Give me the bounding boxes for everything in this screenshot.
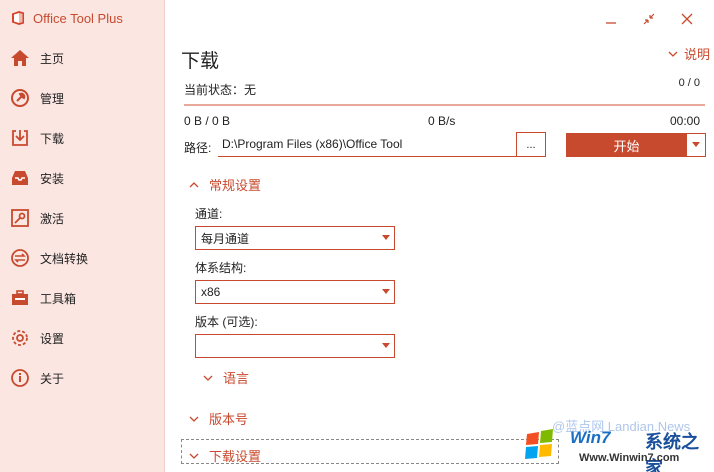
architecture-value: x86 [201, 285, 221, 299]
sidebar-item-label: 激活 [40, 211, 65, 226]
page-title: 下载 [181, 51, 220, 72]
download-settings-label: 下载设置 [209, 449, 262, 464]
sidebar-item-about[interactable]: 关于 [0, 358, 164, 398]
start-button[interactable]: 开始 [566, 133, 687, 157]
download-settings-header[interactable]: 下载设置 [189, 446, 261, 465]
sidebar-item-install[interactable]: 安装 [0, 158, 164, 198]
collapse-icon [643, 13, 655, 25]
sidebar-item-download[interactable]: 下载 [0, 118, 164, 158]
sidebar: Office Tool Plus 主页 管理 下载 安装 激活 文档转换 工具箱… [0, 0, 165, 472]
restore-button[interactable] [630, 9, 668, 29]
sidebar-item-label: 工具箱 [40, 291, 77, 306]
edition-label: 版本 (可选): [195, 315, 258, 329]
chevron-down-icon [203, 375, 213, 381]
main-content: 下载 说明 当前状态：无 0 / 0 0 B / 0 B 0 B/s 00:00… [165, 0, 714, 472]
caret-down-icon [382, 235, 390, 240]
path-label: 路径: [184, 141, 212, 155]
status-value: 无 [244, 83, 257, 97]
wrench-icon [9, 87, 31, 109]
progress-bar [184, 104, 705, 106]
caret-down-icon [692, 142, 700, 147]
key-icon [9, 207, 31, 229]
sidebar-item-label: 安装 [40, 171, 65, 186]
status-row: 当前状态：无 [184, 81, 256, 98]
time-text: 00:00 [669, 114, 700, 128]
status-label: 当前状态： [184, 83, 245, 97]
sidebar-item-label: 文档转换 [40, 251, 89, 266]
convert-icon [9, 247, 31, 269]
info-icon [9, 367, 31, 389]
language-header[interactable]: 语言 [203, 368, 249, 387]
general-settings-label: 常规设置 [209, 178, 262, 193]
sidebar-item-home[interactable]: 主页 [0, 38, 164, 78]
general-settings-header[interactable]: 常规设置 [189, 175, 261, 194]
chevron-down-icon [189, 453, 199, 459]
download-count: 0 / 0 [678, 77, 700, 89]
watermark-url: Www.Winwin7.com [579, 452, 680, 464]
size-text: 0 B / 0 B [184, 114, 231, 128]
sidebar-item-settings[interactable]: 设置 [0, 318, 164, 358]
window-controls [592, 9, 706, 29]
speed-text: 0 B/s [428, 114, 456, 128]
close-icon [681, 13, 693, 25]
sidebar-item-label: 管理 [40, 91, 65, 106]
channel-select[interactable]: 每月通道 [195, 226, 395, 250]
chevron-up-icon [189, 181, 199, 187]
start-dropdown-button[interactable] [686, 133, 706, 157]
gear-icon [9, 327, 31, 349]
office-logo-icon [12, 11, 24, 25]
help-link[interactable]: 说明 [668, 44, 714, 63]
architecture-select[interactable]: x86 [195, 280, 395, 304]
channel-value: 每月通道 [201, 231, 250, 246]
sidebar-nav: 主页 管理 下载 安装 激活 文档转换 工具箱 设置 关于 [0, 38, 164, 398]
language-label: 语言 [223, 371, 250, 386]
channel-label: 通道: [195, 207, 223, 221]
sidebar-item-activate[interactable]: 激活 [0, 198, 164, 238]
caret-down-icon [382, 289, 390, 294]
sidebar-item-label: 下载 [40, 131, 65, 146]
toolbox-icon [9, 287, 31, 309]
help-label: 说明 [684, 47, 711, 62]
caret-down-icon [382, 343, 390, 348]
architecture-label: 体系结构: [195, 261, 247, 275]
watermark-site: 系统之家 [645, 432, 699, 472]
minimize-icon [606, 22, 616, 24]
chevron-down-icon [668, 51, 678, 57]
sidebar-item-label: 主页 [40, 51, 65, 66]
sidebar-item-manage[interactable]: 管理 [0, 78, 164, 118]
install-icon [9, 167, 31, 189]
sidebar-item-convert[interactable]: 文档转换 [0, 238, 164, 278]
edition-select[interactable] [195, 334, 395, 358]
close-button[interactable] [668, 9, 706, 29]
sidebar-item-label: 关于 [40, 371, 65, 386]
app-title: Office Tool Plus [33, 10, 123, 26]
download-icon [9, 127, 31, 149]
app-header: Office Tool Plus [0, 0, 164, 36]
chevron-down-icon [189, 416, 199, 422]
home-icon [9, 47, 31, 69]
sidebar-item-label: 设置 [40, 331, 65, 346]
sidebar-item-toolbox[interactable]: 工具箱 [0, 278, 164, 318]
version-number-label: 版本号 [209, 412, 249, 427]
browse-button[interactable]: ... [516, 132, 546, 157]
version-number-header[interactable]: 版本号 [189, 409, 248, 428]
minimize-button[interactable] [592, 9, 630, 29]
path-input[interactable] [218, 132, 516, 157]
watermark-win7: Win7 [570, 428, 611, 447]
